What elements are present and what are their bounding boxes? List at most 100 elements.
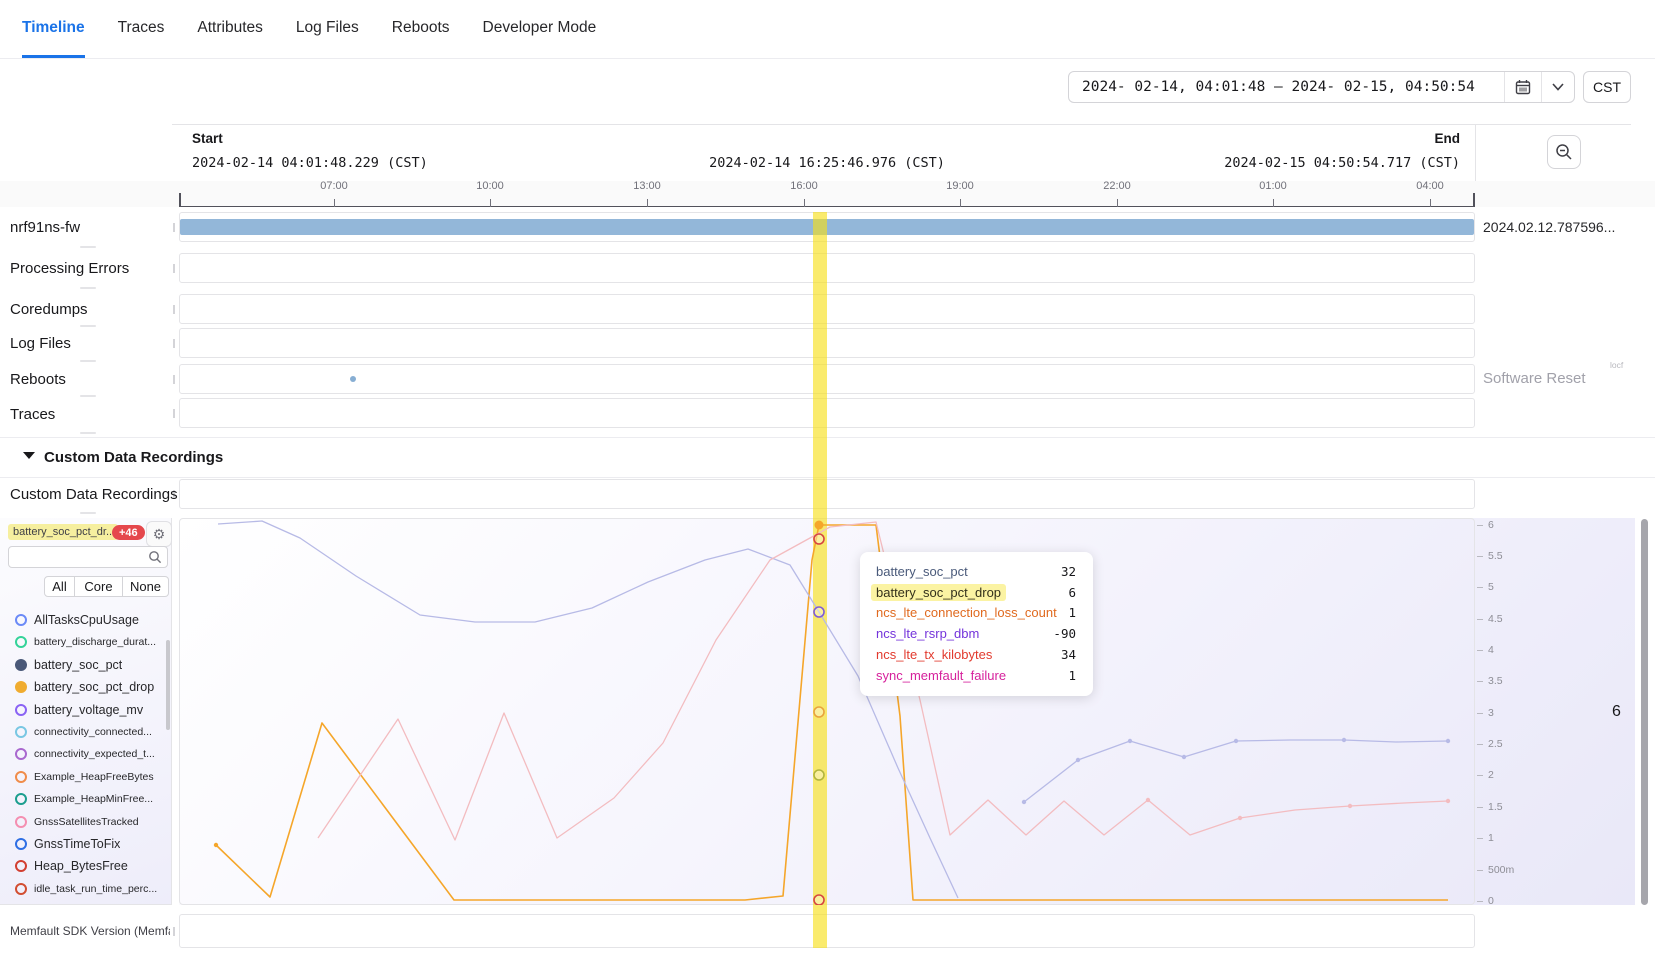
track-processing-errors[interactable] — [179, 253, 1475, 283]
legend-item-connectivity-connected[interactable]: connectivity_connected... — [0, 721, 164, 743]
tooltip-metric-name: battery_soc_pct — [876, 564, 968, 579]
search-input[interactable] — [9, 549, 148, 565]
legend-item-example-heapfreebytes[interactable]: Example_HeapFreeBytes — [0, 766, 164, 788]
tab-log-files[interactable]: Log Files — [296, 0, 359, 58]
legend-item-connectivity-expected-t[interactable]: connectivity_expected_t... — [0, 743, 164, 765]
track-log-files[interactable] — [179, 328, 1475, 358]
right-axis-label: 500m — [1488, 864, 1514, 876]
tooltip-row: battery_soc_pct_drop6 — [876, 582, 1076, 603]
date-range-dropdown-button[interactable] — [1541, 72, 1574, 102]
axis-tick-mark — [960, 199, 961, 207]
right-axis-tick — [1477, 807, 1483, 808]
legend-item-battery-discharge-durat[interactable]: battery_discharge_durat... — [0, 631, 164, 653]
drag-handle[interactable] — [80, 432, 96, 434]
axis-tick-label: 19:00 — [938, 180, 982, 192]
drag-handle[interactable] — [80, 287, 96, 289]
metric-name: GnssTimeToFix — [34, 837, 120, 851]
tooltip-metric-name: ncs_lte_rsrp_dbm — [876, 626, 979, 641]
legend-item-gnsstimetofix[interactable]: GnssTimeToFix — [0, 833, 164, 855]
collapse-caret-icon[interactable] — [23, 452, 35, 459]
reboot-event-dot[interactable] — [350, 376, 356, 382]
drag-handle[interactable] — [80, 360, 96, 362]
drag-handle[interactable] — [80, 512, 96, 514]
legend-settings-button[interactable]: ⚙ — [146, 521, 172, 547]
tab-reboots[interactable]: Reboots — [392, 0, 450, 58]
metric-color-dot — [15, 704, 27, 716]
date-range-picker[interactable]: 2024- 02-14, 04:01:48 – 2024- 02-15, 04:… — [1068, 71, 1575, 103]
selected-metric-chip[interactable]: battery_soc_pct_dr... — [8, 524, 118, 540]
firmware-version-text: 2024.02.12.787596... — [1483, 219, 1615, 235]
drag-handle[interactable] — [80, 395, 96, 397]
right-axis-label: 4 — [1488, 644, 1494, 656]
tab-attributes[interactable]: Attributes — [197, 0, 262, 58]
track-reboots[interactable] — [179, 364, 1475, 394]
metric-color-dot — [15, 838, 27, 850]
series-point — [1446, 739, 1450, 743]
search-icon — [148, 550, 162, 564]
metric-name: connectivity_expected_t... — [34, 748, 155, 760]
metric-color-dot — [15, 659, 27, 671]
track-custom-data-recordings[interactable] — [179, 479, 1475, 509]
tab-timeline[interactable]: Timeline — [22, 0, 85, 58]
tooltip-metric-value: 1 — [1068, 605, 1076, 620]
row-resize-tick — [173, 264, 175, 273]
time-axis-line — [179, 206, 1475, 207]
legend-item-idle-task-run-time-perc[interactable]: idle_task_run_time_perc... — [0, 878, 164, 900]
legend-search-box[interactable] — [8, 546, 168, 568]
legend-filter-core[interactable]: Core — [75, 576, 123, 597]
cursor-marker — [814, 707, 824, 717]
tab-bar: Timeline Traces Attributes Log Files Reboots… — [0, 0, 1655, 59]
drag-handle[interactable] — [80, 325, 96, 327]
axis-tick-mark — [647, 199, 648, 207]
metric-color-dot — [15, 748, 27, 760]
metrics-chart[interactable] — [179, 518, 1475, 905]
legend-item-battery-soc-pct-drop[interactable]: battery_soc_pct_drop — [0, 676, 164, 698]
legend-item-example-heapminfree[interactable]: Example_HeapMinFree... — [0, 788, 164, 810]
drag-handle[interactable] — [80, 246, 96, 248]
calendar-button[interactable] — [1504, 72, 1541, 102]
zoom-out-button[interactable] — [1547, 135, 1581, 169]
section-title[interactable]: Custom Data Recordings — [44, 449, 223, 466]
legend-scrollbar[interactable] — [166, 640, 170, 730]
legend-item-battery-voltage-mv[interactable]: battery_voltage_mv — [0, 699, 164, 721]
section-divider — [0, 477, 1655, 478]
series-point — [1182, 755, 1186, 759]
vertical-scrollbar[interactable] — [1641, 519, 1648, 905]
firmware-version-bar[interactable] — [180, 219, 1474, 235]
legend-filter-all[interactable]: All — [44, 576, 75, 597]
axis-start-tick — [179, 193, 181, 207]
right-axis-tick — [1477, 838, 1483, 839]
right-axis-label: 3 — [1488, 707, 1494, 719]
metric-color-dot — [15, 816, 27, 828]
chevron-down-icon — [1552, 83, 1564, 91]
tab-traces[interactable]: Traces — [118, 0, 165, 58]
timezone-button[interactable]: CST — [1583, 71, 1631, 103]
metric-color-dot — [15, 793, 27, 805]
track-sdk-version[interactable] — [179, 914, 1475, 948]
track-coredumps[interactable] — [179, 294, 1475, 324]
tab-developer-mode[interactable]: Developer Mode — [483, 0, 597, 58]
date-range-value[interactable]: 2024- 02-14, 04:01:48 – 2024- 02-15, 04:… — [1069, 79, 1504, 95]
more-metrics-badge[interactable]: +46 — [112, 525, 145, 540]
metric-name: battery_soc_pct — [34, 658, 122, 672]
tooltip-row: ncs_lte_connection_loss_count1 — [876, 603, 1076, 624]
header-vertical-divider — [1475, 124, 1476, 181]
tooltip-row: battery_soc_pct32 — [876, 561, 1076, 582]
series-point — [1238, 816, 1242, 820]
cursor-current-value: 6 — [1612, 703, 1621, 721]
series-point — [1128, 739, 1132, 743]
metric-color-dot — [15, 681, 27, 693]
track-traces[interactable] — [179, 398, 1475, 428]
legend-item-gnsssatellitestracked[interactable]: GnssSatellitesTracked — [0, 811, 164, 833]
tooltip-row: ncs_lte_tx_kilobytes34 — [876, 644, 1076, 665]
axis-tick-label: 16:00 — [782, 180, 826, 192]
metric-name: idle_task_run_time_perc... — [34, 883, 157, 895]
legend-item-heap-bytesfree[interactable]: Heap_BytesFree — [0, 855, 164, 877]
legend-item-battery-soc-pct[interactable]: battery_soc_pct — [0, 654, 164, 676]
legend-item-alltaskscpuusage[interactable]: AllTasksCpuUsage — [0, 609, 164, 631]
tooltip-metric-name: sync_memfault_failure — [876, 668, 1006, 683]
legend-filter-none[interactable]: None — [123, 576, 169, 597]
right-axis-label: 3.5 — [1488, 675, 1503, 687]
metric-name: Example_HeapMinFree... — [34, 793, 153, 805]
right-axis-tick — [1477, 870, 1483, 871]
